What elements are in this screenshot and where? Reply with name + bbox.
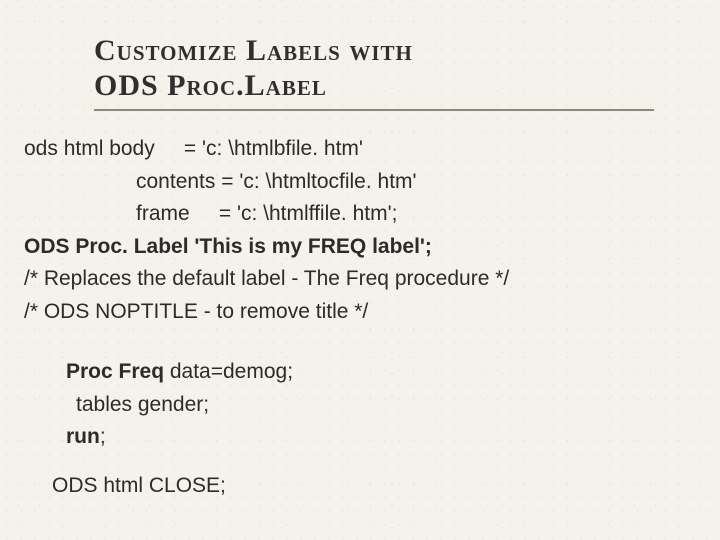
slide-title: Customize Labels with ODS Proc.Label (94, 34, 654, 111)
text: data=demog; (164, 360, 293, 383)
code-line: ODS html CLOSE; (24, 470, 696, 503)
text: tables gender; (76, 393, 209, 416)
title-line-1: Customize Labels with (94, 34, 413, 67)
code-line: run; (24, 421, 696, 454)
text-bold: run (66, 425, 100, 448)
comment-line: /* ODS NOPTITLE - to remove title */ (24, 296, 696, 329)
spacer (24, 454, 696, 470)
text-bold: Proc Freq (66, 360, 164, 383)
code-line: tables gender; (24, 389, 696, 422)
slide: Customize Labels with ODS Proc.Label ods… (0, 0, 720, 540)
text: /* ODS NOPTITLE - to remove title */ (24, 300, 368, 323)
spacer (24, 328, 696, 356)
text: /* Replaces the default label - The Freq… (24, 267, 509, 290)
code-line: frame = 'c: \htmlffile. htm'; (24, 198, 696, 231)
code-line-bold: ODS Proc. Label 'This is my FREQ label'; (24, 231, 696, 264)
comment-line: /* Replaces the default label - The Freq… (24, 263, 696, 296)
code-line: ods html body = 'c: \htmlbfile. htm' (24, 133, 696, 166)
slide-body: ods html body = 'c: \htmlbfile. htm' con… (24, 133, 696, 502)
text: ODS Proc. Label 'This is my FREQ label'; (24, 235, 432, 258)
code-line: Proc Freq data=demog; (24, 356, 696, 389)
text: ; (100, 425, 106, 448)
text: contents = 'c: \htmltocfile. htm' (136, 170, 417, 193)
text: frame = 'c: \htmlffile. htm'; (136, 202, 397, 225)
code-line: contents = 'c: \htmltocfile. htm' (24, 166, 696, 199)
text: ods html body = (24, 137, 202, 160)
text: ODS html CLOSE; (52, 474, 226, 497)
title-line-2: ODS Proc.Label (94, 69, 327, 102)
text: 'c: \htmlbfile. htm' (202, 137, 363, 160)
